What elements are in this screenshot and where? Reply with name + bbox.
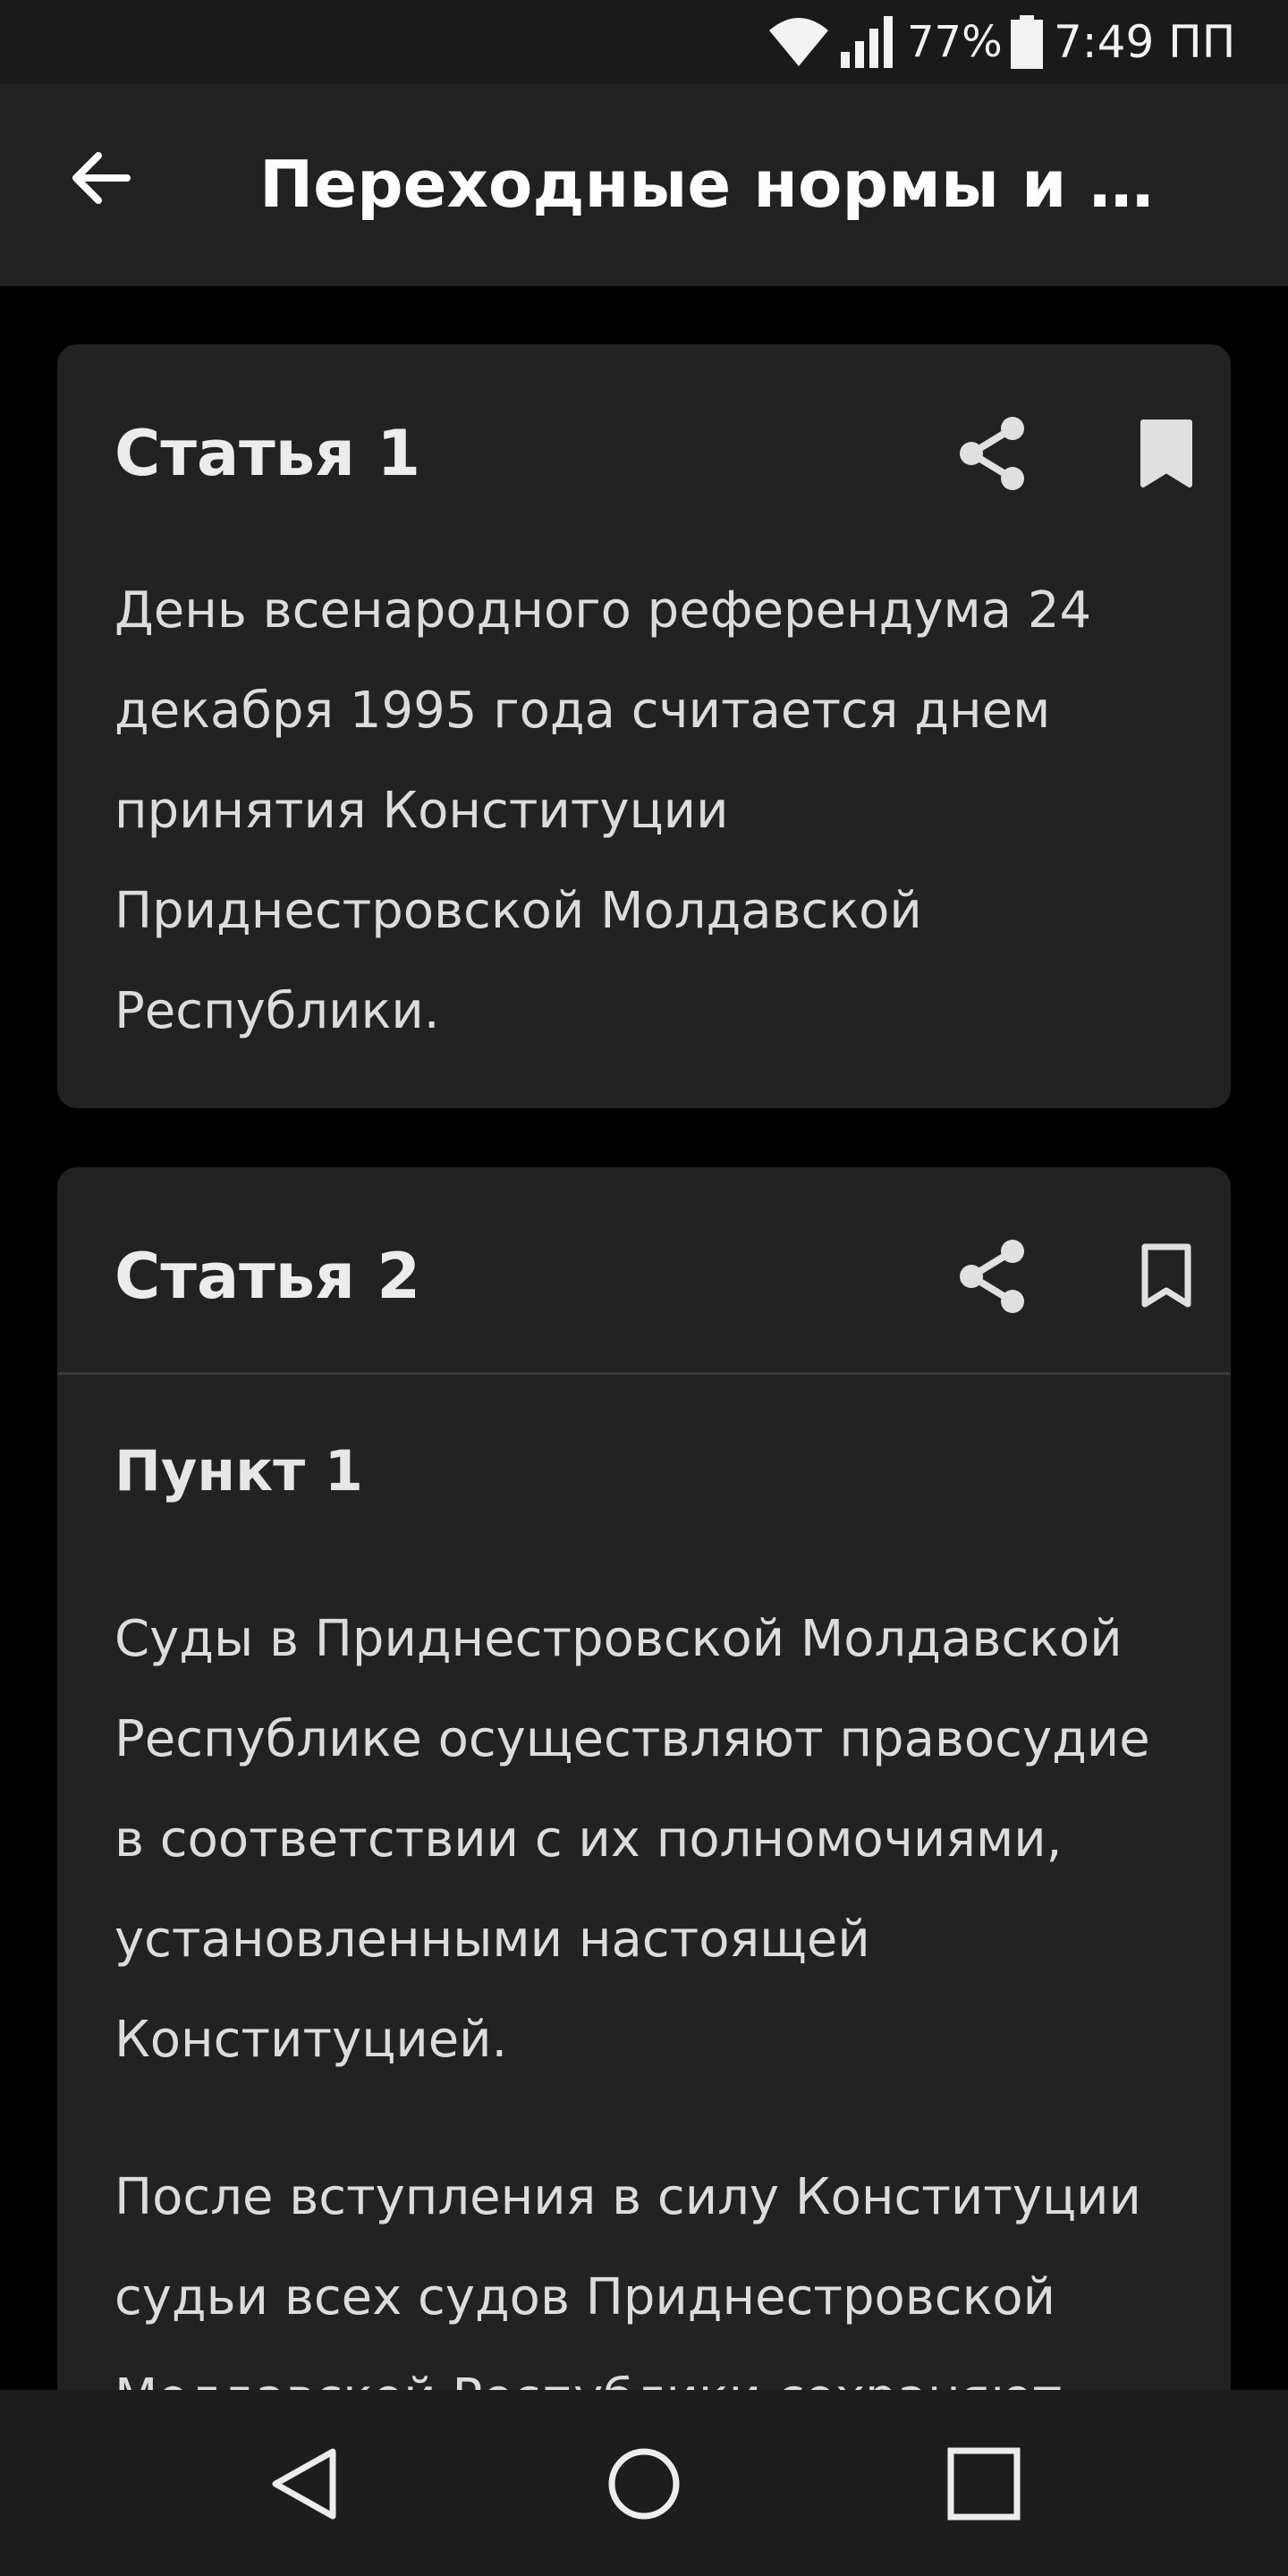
battery-percent: 77%	[907, 17, 1003, 67]
bookmark-button[interactable]	[1116, 403, 1216, 504]
nav-recents-button[interactable]	[926, 2426, 1042, 2542]
navigation-bar	[0, 2390, 1288, 2576]
article-paragraph: Суды в Приднестровской Молдавской Респуб…	[114, 1610, 1150, 2069]
nav-home-icon	[608, 2448, 680, 2520]
point-title: Пункт 1	[114, 1438, 363, 1504]
screen: 77% 7:49 ПП Переходные нормы и … Статья …	[0, 0, 1288, 2576]
article-title: Статья 2	[114, 1240, 421, 1313]
bookmark-filled-icon	[1140, 419, 1192, 487]
article-title: Статья 1	[114, 417, 421, 490]
share-button[interactable]	[943, 403, 1043, 504]
bookmark-button[interactable]	[1116, 1226, 1216, 1326]
article-paragraph: После вступления в силу Конституции судь…	[114, 2168, 1141, 2419]
status-bar: 77% 7:49 ПП	[0, 0, 1288, 84]
article-card-2: Статья 2 Пункт 1 Суды в Приднестровской …	[57, 1167, 1231, 2419]
share-button[interactable]	[943, 1226, 1043, 1326]
share-icon	[960, 1240, 1024, 1313]
clock: 7:49 ПП	[1054, 16, 1236, 68]
back-button[interactable]	[50, 129, 148, 227]
nav-back-icon	[272, 2448, 336, 2520]
nav-back-button[interactable]	[246, 2426, 362, 2542]
bookmark-outline-icon	[1141, 1243, 1191, 1308]
wifi-icon	[767, 0, 830, 84]
nav-recents-icon	[947, 2447, 1021, 2521]
divider	[57, 1372, 1231, 1375]
article-text: День всенародного референдума 24 декабря…	[114, 581, 1092, 1040]
battery-icon	[1009, 0, 1045, 84]
app-bar: Переходные нормы и …	[0, 84, 1288, 286]
article-card-1: Статья 1 День всенародного референдума 2…	[57, 344, 1231, 1108]
signal-icon	[841, 0, 896, 84]
page-title: Переходные нормы и …	[259, 147, 1154, 222]
nav-home-button[interactable]	[586, 2426, 702, 2542]
share-icon	[960, 417, 1024, 490]
arrow-left-icon	[72, 152, 131, 204]
